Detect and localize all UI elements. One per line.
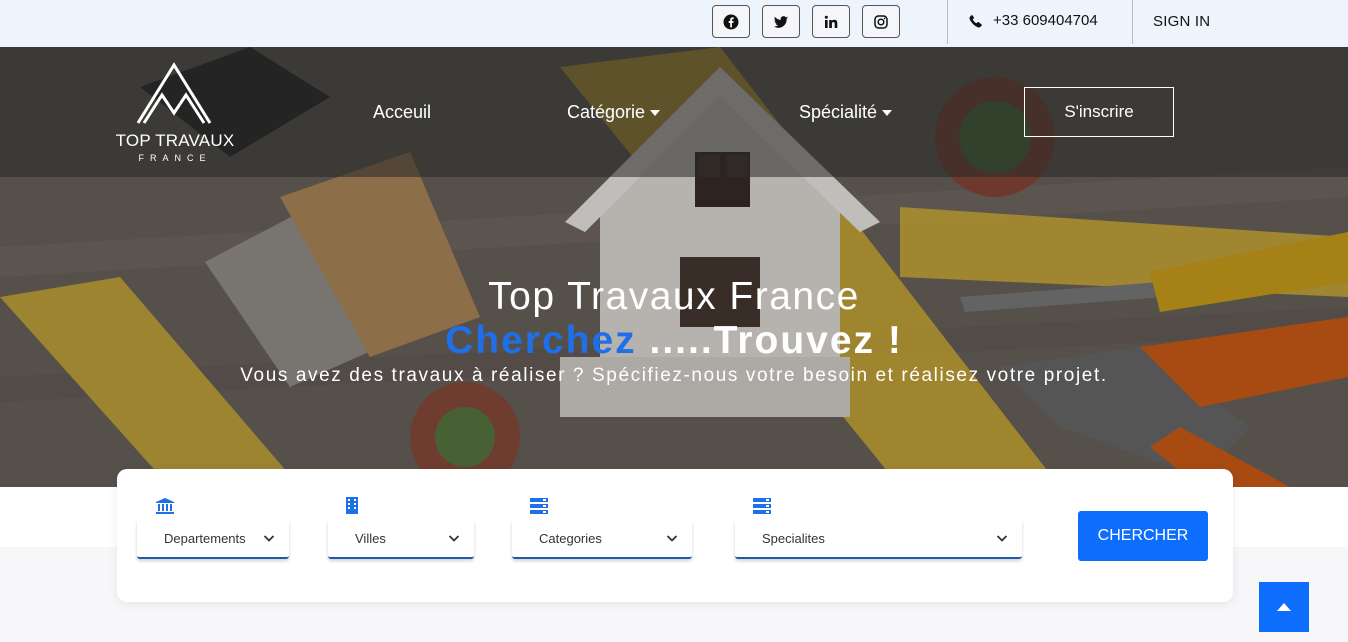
- building-icon: [346, 497, 358, 514]
- phone-number: +33 609404704: [993, 12, 1098, 29]
- server-icon: [530, 498, 548, 514]
- bank-icon: [156, 498, 174, 514]
- signup-button[interactable]: S'inscrire: [1024, 87, 1174, 137]
- back-to-top-button[interactable]: [1259, 582, 1309, 632]
- nav-label: Catégorie: [567, 102, 646, 122]
- nav-item-acceuil[interactable]: Acceuil: [373, 102, 431, 123]
- caret-down-icon: [882, 109, 893, 116]
- caret-down-icon: [650, 109, 661, 116]
- hero-tagline: Cherchez .....Trouvez !: [0, 319, 1348, 363]
- categories-select[interactable]: Categories: [512, 519, 692, 559]
- search-button[interactable]: CHERCHER: [1078, 511, 1208, 561]
- hero: TOP TRAVAUX FRANCE Acceuil Catégorie Spé…: [0, 47, 1348, 487]
- arrow-up-icon: [1277, 603, 1291, 611]
- search-panel: Departements Villes Categories Specialit…: [117, 469, 1233, 602]
- nav-label: Spécialité: [799, 102, 878, 122]
- chevron-down-icon: [666, 535, 678, 542]
- linkedin-icon[interactable]: [812, 5, 850, 38]
- nav-item-categorie[interactable]: Catégorie: [567, 102, 661, 123]
- phone-icon: [969, 14, 982, 28]
- hero-subtitle: Vous avez des travaux à réaliser ? Spéci…: [240, 365, 1108, 386]
- select-value: Specialites: [762, 530, 825, 546]
- divider: [947, 0, 948, 44]
- top-bar: +33 609404704 SIGN IN: [0, 0, 1348, 47]
- nav-label: Acceuil: [373, 102, 432, 122]
- departements-select[interactable]: Departements: [137, 519, 289, 559]
- tagline-rest: .....Trouvez !: [636, 319, 903, 362]
- chevron-down-icon: [263, 535, 275, 542]
- hero-title: Top Travaux France: [488, 275, 860, 318]
- divider: [1132, 0, 1133, 44]
- sign-in-link[interactable]: SIGN IN: [1153, 13, 1210, 30]
- facebook-icon[interactable]: [712, 5, 750, 38]
- twitter-icon[interactable]: [762, 5, 800, 38]
- logo[interactable]: TOP TRAVAUX FRANCE: [114, 61, 236, 166]
- select-value: Departements: [164, 530, 246, 546]
- phone-contact[interactable]: +33 609404704: [968, 12, 1098, 29]
- specialites-select[interactable]: Specialites: [735, 519, 1022, 559]
- select-value: Categories: [539, 530, 602, 546]
- mountain-logo-icon: [136, 62, 212, 124]
- tagline-highlight: Cherchez: [445, 319, 637, 362]
- chevron-down-icon: [996, 535, 1008, 542]
- logo-subtitle: FRANCE: [138, 153, 212, 163]
- chevron-down-icon: [448, 535, 460, 542]
- server-icon: [753, 498, 771, 514]
- instagram-icon[interactable]: [862, 5, 900, 38]
- villes-select[interactable]: Villes: [328, 519, 474, 559]
- select-value: Villes: [355, 530, 386, 546]
- logo-brand: TOP TRAVAUX: [115, 131, 235, 150]
- nav-item-specialite[interactable]: Spécialité: [799, 102, 893, 123]
